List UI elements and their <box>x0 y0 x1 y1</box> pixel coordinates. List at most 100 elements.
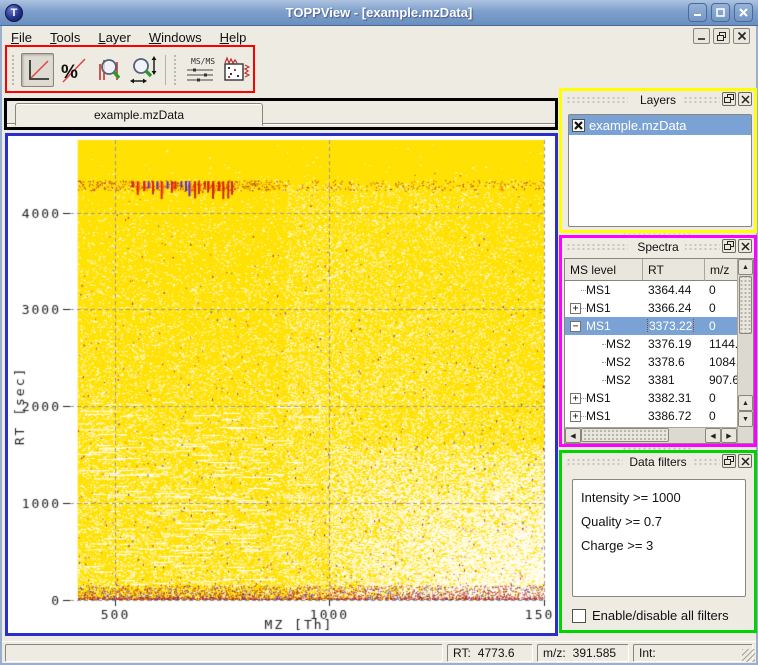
zoom-axes-button[interactable] <box>127 53 160 87</box>
toolbar-drag-handle[interactable] <box>11 54 16 86</box>
spectra-panel-titlebar[interactable]: Spectra <box>562 238 754 255</box>
msms-view-button[interactable]: MS/MS <box>183 53 217 87</box>
close-icon <box>741 457 750 466</box>
menu-help[interactable]: Help <box>211 28 256 47</box>
zoom-button[interactable] <box>92 53 125 87</box>
panel-float-button[interactable] <box>722 239 736 253</box>
toolbar-drag-handle[interactable] <box>173 54 178 86</box>
title-bar[interactable]: T TOPPView - [example.mzData] <box>0 0 758 26</box>
menu-tools[interactable]: Tools <box>41 28 89 47</box>
spectra-row[interactable]: +MS1 3382.31 0 <box>565 389 737 407</box>
spectra-row[interactable]: MS2 3381 907.6 <box>565 371 737 389</box>
filter-item-charge[interactable]: Charge >= 3 <box>573 534 745 558</box>
spectra-table: MS level RT m/z MS1 3364.44 0 +MS1 3366.… <box>564 258 754 444</box>
expander-icon[interactable]: + <box>570 411 581 422</box>
spectra-rows: MS1 3364.44 0 +MS1 3366.24 0 −MS1 3373.2… <box>565 281 737 443</box>
menu-layer[interactable]: Layer <box>89 28 140 47</box>
status-bar: RT:4773.6 m/z:391.585 Int: <box>2 641 756 663</box>
scroll-down-button[interactable]: ▼ <box>738 411 753 427</box>
column-header-mz[interactable]: m/z <box>705 259 737 281</box>
layers-panel: Layers example.mzData <box>562 91 754 230</box>
linear-axes-icon <box>25 57 51 83</box>
status-mz-panel: m/z:391.585 <box>537 644 629 662</box>
spectra-panel-title: Spectra <box>631 240 684 254</box>
vertical-scroll-thumb[interactable] <box>739 276 752 334</box>
mdi-minimize-button[interactable] <box>693 28 710 44</box>
scroll-up-button[interactable]: ▲ <box>738 395 753 411</box>
spectra-row[interactable]: +MS1 3386.72 0 <box>565 407 737 425</box>
collapse-icon[interactable]: − <box>570 321 581 332</box>
column-header-ms-level[interactable]: MS level <box>565 259 643 281</box>
menu-file[interactable]: File <box>2 28 41 47</box>
panel-drag-handle[interactable] <box>566 96 628 103</box>
map-2d-view-button[interactable] <box>219 53 252 87</box>
scroll-up-button[interactable]: ▲ <box>738 259 753 275</box>
filter-list: Intensity >= 1000 Quality >= 0.7 Charge … <box>572 479 746 597</box>
resize-grip[interactable] <box>742 649 755 662</box>
close-icon <box>737 31 747 41</box>
scroll-right-icon: ▶ <box>726 432 731 440</box>
scroll-left-icon: ◀ <box>710 432 715 440</box>
app-window: T TOPPView - [example.mzData] File Tools… <box>0 0 758 665</box>
toolbar-separator <box>165 55 166 85</box>
scroll-up-icon: ▲ <box>742 264 749 271</box>
float-icon <box>724 241 734 251</box>
spectra-row[interactable]: MS1 3364.44 0 <box>565 281 737 299</box>
menu-windows[interactable]: Windows <box>140 28 211 47</box>
rt-value: 4773.6 <box>478 646 515 660</box>
status-rt-panel: RT:4773.6 <box>447 644 533 662</box>
scroll-up-icon: ▲ <box>742 400 749 407</box>
float-icon <box>724 94 734 104</box>
panel-float-button[interactable] <box>722 454 736 468</box>
panel-drag-handle[interactable] <box>566 458 628 465</box>
spectra-panel: Spectra MS level RT m/z <box>562 238 754 445</box>
plot-canvas[interactable] <box>8 136 555 633</box>
minimize-icon <box>692 7 703 18</box>
panel-close-button[interactable] <box>738 92 752 106</box>
window-close-button[interactable] <box>734 3 753 22</box>
spectra-row[interactable]: +MS1 3366.24 0 <box>565 299 737 317</box>
enable-filters-checkbox[interactable] <box>572 609 586 623</box>
tab-example-mzdata[interactable]: example.mzData <box>15 103 263 126</box>
horizontal-scroll-thumb[interactable] <box>581 428 669 442</box>
data-filters-panel-titlebar[interactable]: Data filters <box>562 453 754 470</box>
window-maximize-button[interactable] <box>711 3 730 22</box>
panel-close-button[interactable] <box>738 454 752 468</box>
layers-panel-titlebar[interactable]: Layers <box>562 91 754 108</box>
tab-bar: example.mzData <box>7 102 555 127</box>
column-header-rt[interactable]: RT <box>643 259 705 281</box>
panel-splitter[interactable] <box>622 231 692 237</box>
close-icon <box>741 242 750 251</box>
intensity-percentage-button[interactable]: % <box>56 53 89 87</box>
scroll-right-button[interactable]: ▶ <box>721 428 737 443</box>
layer-visibility-checkbox[interactable] <box>572 119 585 132</box>
intensity-linear-button[interactable] <box>21 53 54 87</box>
panel-float-button[interactable] <box>722 92 736 106</box>
magnifier-arrows-icon <box>129 55 159 85</box>
panel-close-button[interactable] <box>738 239 752 253</box>
mdi-restore-button[interactable] <box>713 28 730 44</box>
spectra-row[interactable]: MS2 3376.19 1144. <box>565 335 737 353</box>
2d-map-icon <box>220 55 250 85</box>
spectra-row-selected[interactable]: −MS1 3373.22 0 <box>565 317 737 335</box>
vertical-scrollbar[interactable]: ▲ ▲ ▼ <box>737 259 753 443</box>
scroll-left-button[interactable]: ◀ <box>565 428 581 443</box>
horizontal-scrollbar[interactable]: ◀ ◀ ▶ <box>565 427 737 443</box>
filter-item-intensity[interactable]: Intensity >= 1000 <box>573 486 745 510</box>
mdi-close-button[interactable] <box>733 28 750 44</box>
panel-drag-handle[interactable] <box>566 243 628 250</box>
magnifier-peaks-icon <box>95 56 123 84</box>
expander-icon[interactable]: + <box>570 303 581 314</box>
expander-icon[interactable]: + <box>570 393 581 404</box>
layer-item-example-mzdata[interactable]: example.mzData <box>569 115 751 135</box>
scroll-left-button[interactable]: ◀ <box>705 428 721 443</box>
layer-label: example.mzData <box>589 118 687 133</box>
spectra-row[interactable]: MS2 3378.6 1084. <box>565 353 737 371</box>
scroll-track[interactable] <box>738 335 753 395</box>
menu-bar: File Tools Layer Windows Help <box>2 26 756 48</box>
filter-item-quality[interactable]: Quality >= 0.7 <box>573 510 745 534</box>
scroll-left-icon: ◀ <box>570 432 575 440</box>
window-minimize-button[interactable] <box>688 3 707 22</box>
float-icon <box>724 456 734 466</box>
svg-text:MS/MS: MS/MS <box>191 57 215 66</box>
